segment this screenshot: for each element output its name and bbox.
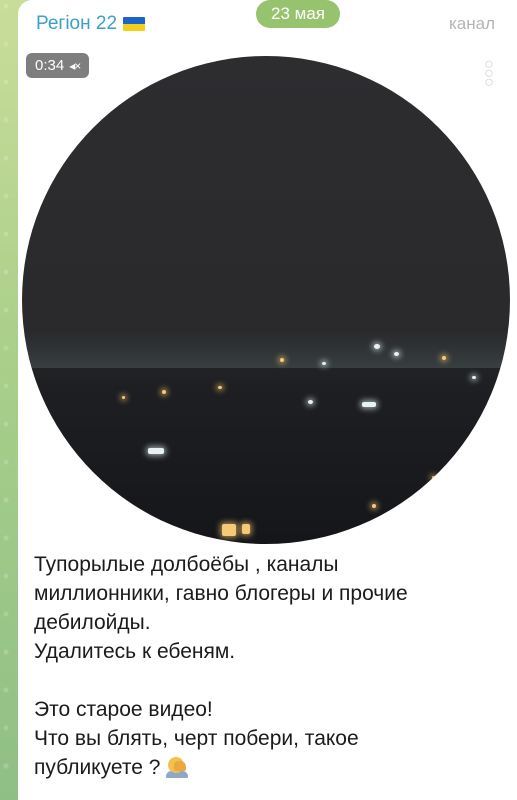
video-circle[interactable] [22, 56, 510, 544]
ukraine-flag-icon [123, 17, 146, 31]
caption-line: Удалитесь к ебеням. [34, 640, 236, 663]
channel-name-link[interactable]: Регіон 22 [36, 13, 146, 35]
date-label: 23 мая [271, 4, 325, 23]
caption-line: публикуете ? [34, 756, 161, 779]
speaker-muted-icon: ◂× [69, 58, 81, 73]
caption-line: Что вы блять, черт побери, такое [34, 727, 359, 750]
message-caption: Тупорылые долбоёбы , каналы миллионники,… [34, 550, 494, 782]
caption-last-line: публикуете ? [34, 753, 494, 782]
facepalm-icon [166, 756, 189, 778]
round-video-message[interactable] [18, 44, 517, 544]
caption-line: Тупорылые долбоёбы , каналы [34, 553, 339, 576]
date-badge: 23 мая [256, 0, 340, 28]
video-horizon [22, 329, 510, 369]
caption-line: Это старое видео! [34, 698, 213, 721]
video-duration-badge: 0:34 ◂× [26, 53, 90, 78]
caption-line: дебилойды. [34, 611, 151, 634]
channel-name-label: Регіон 22 [36, 13, 118, 34]
duration-label: 0:34 [35, 57, 65, 74]
channel-tag: канал [448, 14, 495, 33]
caption-line: миллионники, гавно блогеры и прочие [34, 582, 408, 605]
more-options-icon[interactable]: ○ ○ ○ [483, 57, 495, 91]
